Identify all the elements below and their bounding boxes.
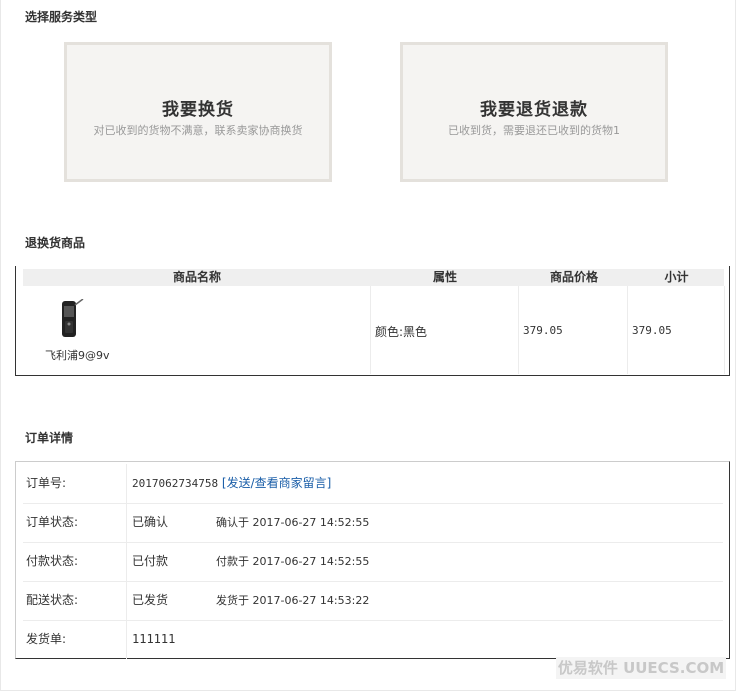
- pay-status-value: 已付款: [132, 554, 169, 568]
- product-attr: 颜色:黑色: [375, 325, 428, 339]
- order-number: 2017062734758: [132, 477, 219, 490]
- col-header-price: 商品价格: [549, 270, 598, 284]
- product-subtotal: 379.05: [632, 324, 672, 337]
- exchange-option-card[interactable]: 我要换货 对已收到的货物不满意，联系卖家协商换货: [64, 42, 332, 182]
- pay-status-label: 付款状态:: [26, 554, 79, 568]
- ship-status-time: 发货于 2017-06-27 14:53:22: [216, 594, 370, 607]
- watermark: 优易软件 UUECS.COM: [556, 657, 726, 679]
- order-status-value: 已确认: [132, 515, 169, 529]
- product-price: 379.05: [523, 324, 563, 337]
- row-divider: [126, 581, 127, 620]
- exchange-option-desc: 对已收到的货物不满意，联系卖家协商换货: [93, 124, 303, 137]
- exchange-option-title: 我要换货: [162, 100, 234, 120]
- order-number-label: 订单号:: [26, 476, 67, 490]
- invoice-label: 发货单:: [26, 632, 67, 646]
- col-header-subtotal: 小计: [664, 270, 689, 284]
- goods-section-title: 退换货商品: [25, 236, 86, 250]
- goods-table: 商品名称 属性 商品价格 小计 飞利浦9@9v 颜色:黑色 379.05 379…: [15, 266, 730, 376]
- row-divider: [126, 620, 127, 659]
- order-row-payment: 付款状态: 已付款 付款于 2017-06-27 14:52:55: [23, 542, 723, 582]
- ship-status-label: 配送状态:: [26, 593, 79, 607]
- refund-option-card[interactable]: 我要退货退款 已收到货，需要退还已收到的货物1: [400, 42, 668, 182]
- col-header-name: 商品名称: [172, 270, 221, 284]
- order-row-invoice: 发货单: 111111: [23, 620, 723, 659]
- row-divider: [126, 503, 127, 542]
- order-row-number: 订单号: 2017062734758 [发送/查看商家留言]: [23, 464, 723, 504]
- product-image[interactable]: [60, 299, 86, 339]
- order-status-label: 订单状态:: [26, 515, 79, 529]
- order-row-status: 订单状态: 已确认 确认于 2017-06-27 14:52:55: [23, 503, 723, 543]
- invoice-number-link[interactable]: 111111: [132, 620, 175, 659]
- refund-option-title: 我要退货退款: [480, 100, 588, 120]
- order-number-group: 2017062734758 [发送/查看商家留言]: [132, 464, 331, 503]
- order-row-shipping: 配送状态: 已发货 发货于 2017-06-27 14:53:22: [23, 581, 723, 621]
- order-detail-table: 订单号: 2017062734758 [发送/查看商家留言] 订单状态: 已确认…: [15, 461, 730, 659]
- pay-status-time: 付款于 2017-06-27 14:52:55: [216, 555, 370, 568]
- product-name[interactable]: 飞利浦9@9v: [45, 347, 110, 363]
- merchant-message-link[interactable]: [发送/查看商家留言]: [222, 476, 331, 490]
- ship-status-value: 已发货: [132, 593, 169, 607]
- order-section-title: 订单详情: [25, 431, 74, 445]
- order-status-time: 确认于 2017-06-27 14:52:55: [216, 516, 370, 529]
- row-divider: [126, 542, 127, 581]
- row-divider: [126, 464, 127, 503]
- select-service-title: 选择服务类型: [25, 10, 98, 24]
- goods-table-header: 商品名称 属性 商品价格 小计: [23, 269, 724, 286]
- col-header-attr: 属性: [432, 270, 457, 284]
- refund-option-desc: 已收到货，需要退还已收到的货物1: [448, 124, 620, 137]
